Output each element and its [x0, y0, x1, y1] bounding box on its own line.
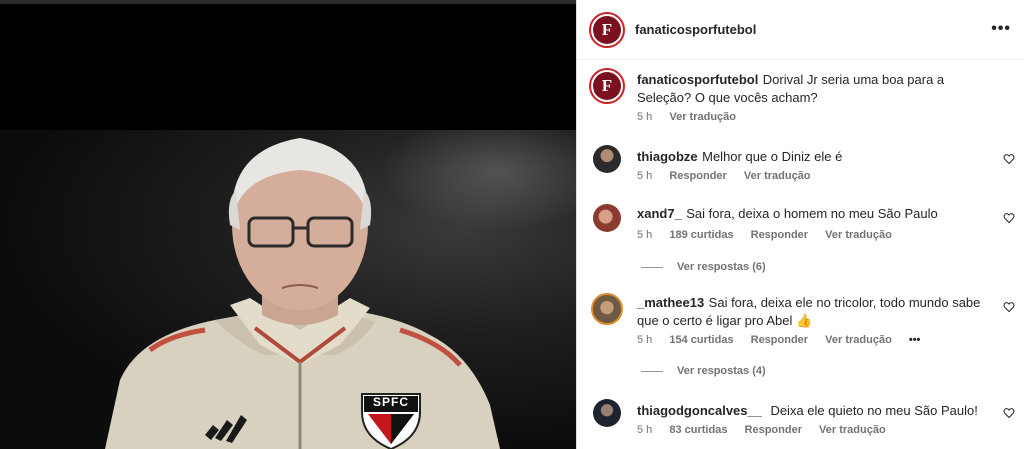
caption-time[interactable]: 5 h	[637, 111, 652, 123]
logo-icon: F	[593, 16, 621, 44]
commenter-avatar[interactable]	[593, 399, 621, 427]
reply-link[interactable]: Responder	[669, 170, 726, 182]
like-heart-icon[interactable]	[1003, 407, 1015, 419]
likes-count[interactable]: 154 curtidas	[669, 334, 733, 346]
comment-body: thiagobze Melhor que o Diniz ele é	[637, 148, 987, 166]
reply-link[interactable]: Responder	[745, 424, 802, 436]
comment-meta: 5 h 154 curtidas Responder Ver tradução …	[637, 334, 934, 346]
likes-count[interactable]: 83 curtidas	[669, 424, 727, 436]
spfc-badge: SPFC	[360, 392, 422, 449]
translate-link[interactable]: Ver tradução	[825, 229, 892, 241]
more-options-icon[interactable]: •••	[991, 20, 1011, 38]
caption-avatar[interactable]: F	[589, 68, 625, 104]
comment-meta: 5 h 189 curtidas Responder Ver tradução	[637, 229, 906, 241]
comment-text: Sai fora, deixa o homem no meu São Paulo	[686, 206, 938, 221]
coach-figure	[105, 138, 500, 449]
reply-link[interactable]: Responder	[751, 229, 808, 241]
translate-link[interactable]: Ver tradução	[819, 424, 886, 436]
like-heart-icon[interactable]	[1003, 212, 1015, 224]
view-replies-label[interactable]: Ver respostas (4)	[677, 365, 766, 377]
likes-count[interactable]: 189 curtidas	[669, 229, 733, 241]
reply-link[interactable]: Responder	[751, 334, 808, 346]
thread-line	[641, 370, 663, 372]
caption-translate-link[interactable]: Ver tradução	[669, 111, 736, 123]
like-heart-icon[interactable]	[1003, 301, 1015, 313]
comment-text: Deixa ele quieto no meu São Paulo!	[770, 403, 978, 418]
view-replies-label[interactable]: Ver respostas (6)	[677, 261, 766, 273]
like-heart-icon[interactable]	[1003, 153, 1015, 165]
comment-text: Melhor que o Diniz ele é	[702, 149, 843, 164]
caption-meta: 5 h Ver tradução	[637, 111, 750, 123]
comment-more-icon[interactable]: •••	[909, 334, 921, 346]
comment-meta: 5 h Responder Ver tradução	[637, 170, 825, 182]
logo-icon: F	[593, 72, 621, 100]
caption-username[interactable]: fanaticosporfutebol	[637, 72, 758, 87]
profile-avatar[interactable]: F	[589, 12, 625, 48]
view-replies[interactable]: Ver respostas (4)	[641, 365, 766, 377]
header-username[interactable]: fanaticosporfutebol	[635, 22, 756, 37]
post-photo: SPFC	[0, 130, 576, 449]
comment-username[interactable]: thiagodgoncalves__	[637, 403, 762, 418]
comment-username[interactable]: xand7_	[637, 206, 682, 221]
comment-time[interactable]: 5 h	[637, 334, 652, 346]
commenter-avatar[interactable]	[593, 204, 621, 232]
comment-time[interactable]: 5 h	[637, 229, 652, 241]
comments-panel: F fanaticosporfutebol ••• F fanaticospor…	[576, 0, 1024, 449]
view-replies[interactable]: Ver respostas (6)	[641, 261, 766, 273]
comment-meta: 5 h 83 curtidas Responder Ver tradução	[637, 424, 900, 436]
post-header: F fanaticosporfutebol •••	[577, 0, 1024, 60]
commenter-avatar[interactable]	[593, 145, 621, 173]
comment-body: thiagodgoncalves__ Deixa ele quieto no m…	[637, 402, 987, 420]
comment-time[interactable]: 5 h	[637, 424, 652, 436]
comment-body: xand7_ Sai fora, deixa o homem no meu Sã…	[637, 205, 987, 223]
translate-link[interactable]: Ver tradução	[744, 170, 811, 182]
caption-body: fanaticosporfutebol Dorival Jr seria uma…	[637, 71, 997, 107]
comment-body: _mathee13 Sai fora, deixa ele no tricolo…	[637, 294, 987, 330]
thread-line	[641, 266, 663, 268]
post-media[interactable]: SPFC	[0, 4, 576, 449]
comment-time[interactable]: 5 h	[637, 170, 652, 182]
comment-username[interactable]: _mathee13	[637, 295, 704, 310]
comment-username[interactable]: thiagobze	[637, 149, 698, 164]
commenter-avatar[interactable]	[591, 293, 623, 325]
spfc-badge-text: SPFC	[372, 395, 409, 409]
translate-link[interactable]: Ver tradução	[825, 334, 892, 346]
